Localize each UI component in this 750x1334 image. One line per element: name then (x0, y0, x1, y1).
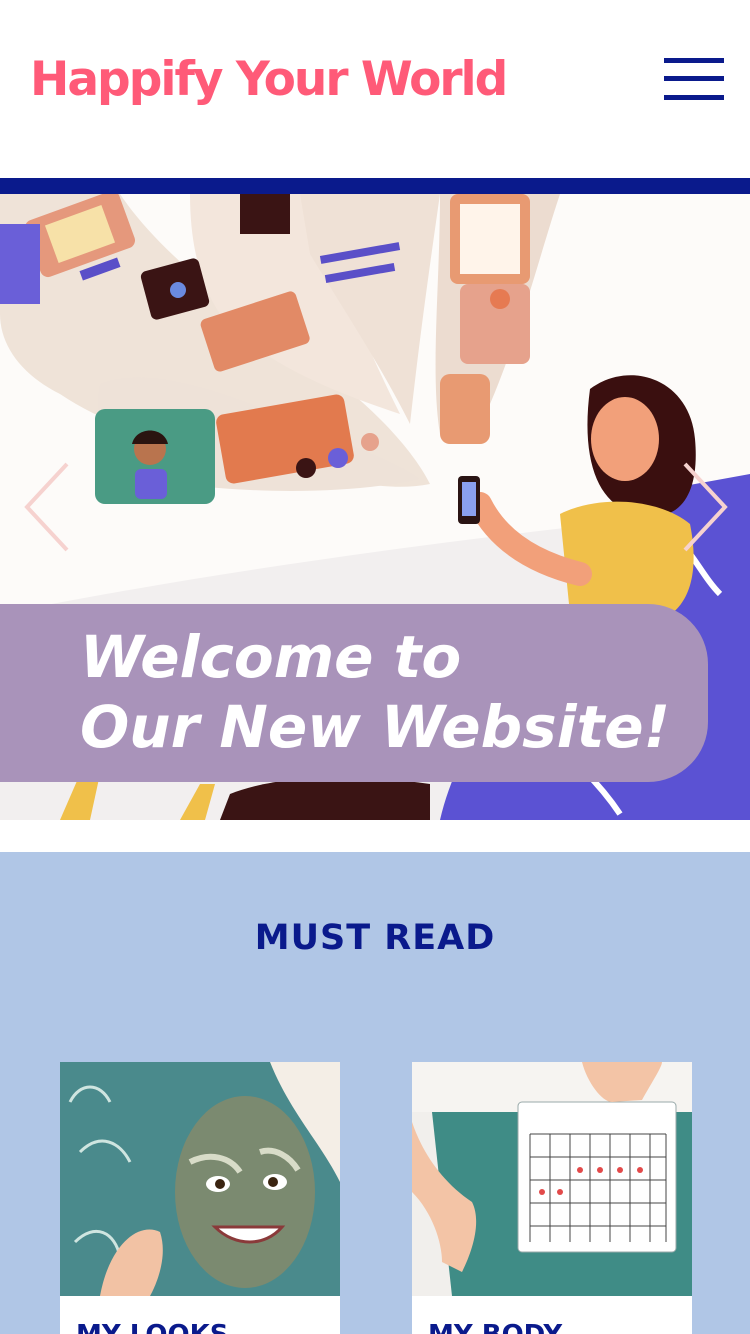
card-label: MY LOOKS (76, 1320, 228, 1334)
card-image (60, 1062, 340, 1296)
chevron-left-icon[interactable] (22, 462, 72, 552)
card-label: MY BODY (428, 1320, 562, 1334)
site-logo[interactable]: Happify Your World (30, 52, 508, 107)
hamburger-menu-icon[interactable] (664, 58, 724, 100)
card-my-body[interactable]: MY BODY (412, 1062, 692, 1334)
header-divider (0, 178, 750, 194)
site-header: Happify Your World (0, 0, 750, 178)
hero-heading: Welcome to Our New Website! (80, 622, 670, 762)
must-read-section: MUST READ MY LOOKS (0, 852, 750, 1334)
hero-heading-line2: Our New Website! (80, 693, 671, 761)
section-title: MUST READ (254, 918, 496, 958)
card-image (412, 1062, 692, 1296)
hero-carousel: Welcome to Our New Website! (0, 194, 750, 820)
hero-heading-line1: Welcome to (80, 623, 462, 691)
card-my-looks[interactable]: MY LOOKS (60, 1062, 340, 1334)
chevron-right-icon[interactable] (680, 462, 730, 552)
